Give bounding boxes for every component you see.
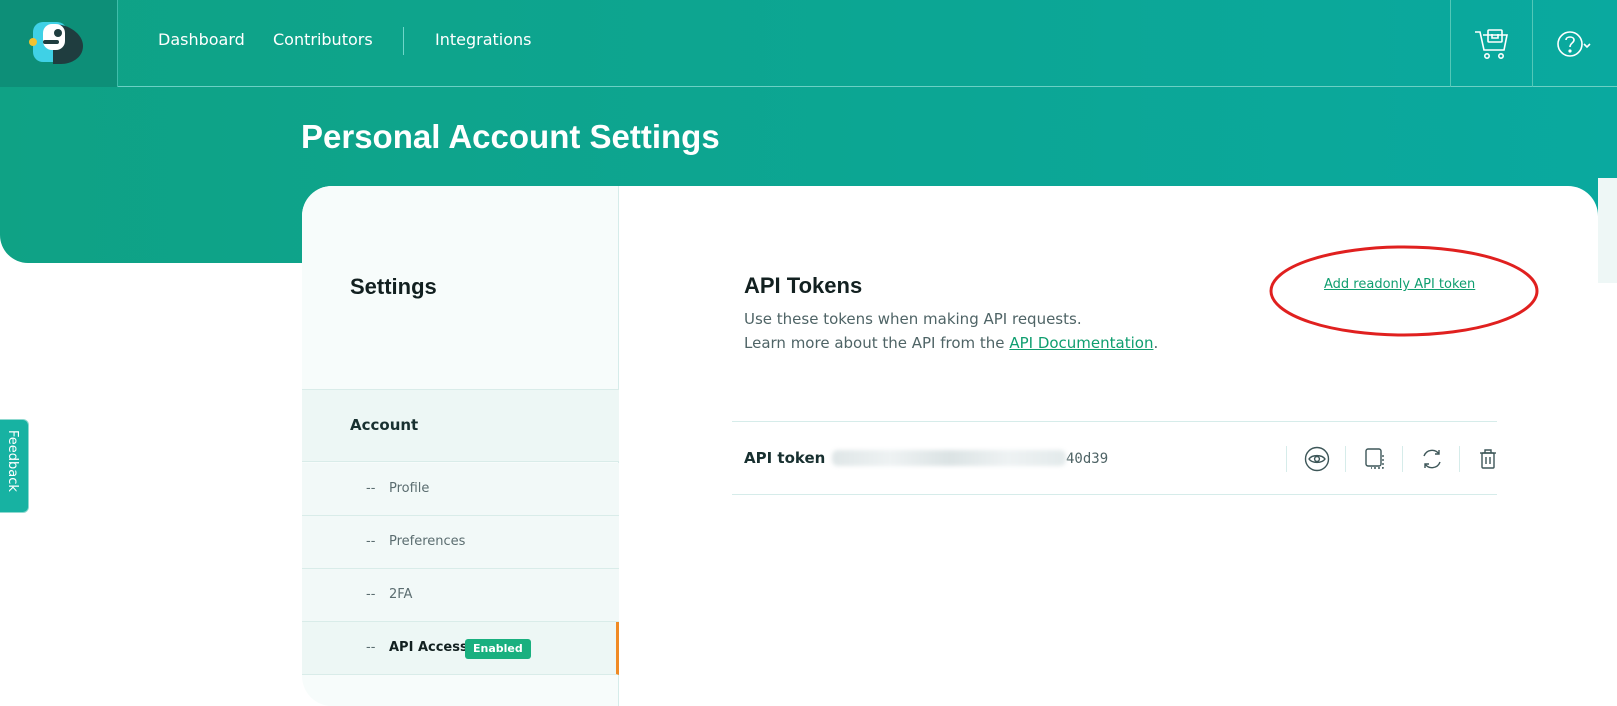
action-divider (1459, 446, 1460, 472)
copy-icon (1365, 448, 1384, 469)
background-panel-edge (1598, 178, 1617, 283)
nav-divider (403, 27, 404, 55)
action-divider (1345, 446, 1346, 472)
sidebar-item-preferences[interactable]: -- Preferences (302, 516, 619, 569)
token-masked-part (832, 450, 1066, 466)
sidebar-section-account[interactable]: Account (302, 389, 619, 462)
action-divider (1402, 446, 1403, 472)
sidebar-item-dash: -- (366, 481, 376, 496)
cart-icon (1474, 28, 1508, 59)
feedback-label: Feedback (5, 430, 20, 492)
section-description: Use these tokens when making API request… (744, 310, 1082, 328)
help-icon (1556, 30, 1591, 57)
api-documentation-link[interactable]: API Documentation (1009, 334, 1153, 352)
section-title: API Tokens (744, 273, 863, 298)
token-value: 40d39 (832, 450, 1108, 467)
token-label: API token (744, 449, 826, 467)
help-menu-button[interactable] (1532, 0, 1614, 87)
sidebar-item-dash: -- (366, 534, 376, 549)
top-nav-bar: Dashboard Contributors Integrations (0, 0, 1617, 87)
trash-icon (1480, 449, 1496, 469)
delete-token-button[interactable] (1473, 444, 1503, 474)
docs-prefix-text: Learn more about the API from the (744, 334, 1005, 352)
app-logo-icon (29, 22, 83, 64)
sidebar-item-label: API Access (389, 640, 468, 655)
nav-contributors[interactable]: Contributors (273, 30, 373, 49)
token-visible-suffix: 40d39 (1066, 451, 1109, 467)
action-divider (1286, 446, 1287, 472)
status-badge: Enabled (465, 639, 531, 659)
page-title: Personal Account Settings (301, 118, 720, 155)
sidebar-item-dash: -- (366, 587, 376, 602)
settings-sidebar: Settings Account -- Profile -- Preferenc… (302, 186, 619, 706)
section-description-docs: Learn more about the API from the API Do… (744, 334, 1158, 352)
token-row: API token 40d39 (732, 421, 1497, 495)
sidebar-item-label: 2FA (389, 587, 413, 602)
sidebar-item-api-access[interactable]: -- API Access Enabled (302, 622, 619, 675)
sidebar-section-label: Account (350, 416, 419, 434)
regenerate-token-button[interactable] (1417, 444, 1447, 474)
copy-token-button[interactable] (1360, 444, 1390, 474)
nav-integrations[interactable]: Integrations (435, 30, 532, 49)
regenerate-icon (1423, 449, 1441, 469)
feedback-tab[interactable]: Feedback (0, 420, 28, 512)
sidebar-item-dash: -- (366, 640, 376, 655)
sidebar-item-label: Preferences (389, 534, 466, 549)
cart-button[interactable] (1450, 0, 1532, 87)
add-readonly-token-link[interactable]: Add readonly API token (1324, 277, 1475, 292)
reveal-token-button[interactable] (1302, 444, 1332, 474)
logo[interactable] (0, 0, 118, 87)
settings-card: Settings Account -- Profile -- Preferenc… (302, 186, 1598, 706)
nav-dashboard[interactable]: Dashboard (158, 30, 245, 49)
docs-suffix-text: . (1153, 334, 1159, 352)
sidebar-heading: Settings (350, 274, 437, 299)
sidebar-item-label: Profile (389, 481, 430, 496)
eye-icon (1304, 446, 1330, 472)
sidebar-item-2fa[interactable]: -- 2FA (302, 569, 619, 622)
sidebar-item-profile[interactable]: -- Profile (302, 463, 619, 516)
